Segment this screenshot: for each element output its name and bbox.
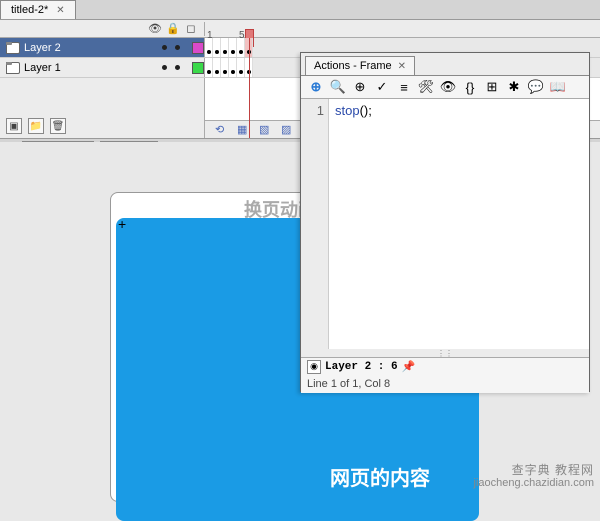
close-icon[interactable]: ✕ <box>56 5 64 16</box>
pushpin-icon[interactable]: 📌 <box>402 360 416 373</box>
actions-status-text: Line 1 of 1, Col 8 <box>307 378 390 390</box>
collapse-button[interactable]: {} <box>461 78 479 96</box>
timeline-header: 👁 🔒 ◻ 1 5 <box>0 20 600 38</box>
timeline-header-icons: 👁 🔒 ◻ <box>0 22 205 36</box>
watermark: 查字典 教程网 jiaocheng.chazidian.com <box>474 464 594 490</box>
debug-button[interactable]: 👁 <box>439 78 457 96</box>
new-folder-button[interactable]: 📁 <box>28 118 44 134</box>
find-button[interactable]: 🔍 <box>329 78 347 96</box>
pin-icon[interactable]: ◉ <box>307 360 321 374</box>
onion-skin-icon[interactable]: ⟲ <box>215 123 229 137</box>
actions-tab[interactable]: Actions - Frame ✕ <box>305 56 415 75</box>
target-button[interactable]: ⊕ <box>351 78 369 96</box>
layer-icon <box>6 62 20 74</box>
layer-frames[interactable] <box>205 38 253 57</box>
new-layer-button[interactable]: ▣ <box>6 118 22 134</box>
line-number: 1 <box>301 103 324 118</box>
document-tab-bar: titled-2* ✕ <box>0 0 600 20</box>
code-gutter: 1 <box>301 99 329 349</box>
code-text[interactable]: stop(); <box>329 99 589 349</box>
actions-target-label: Layer 2 : 6 <box>325 361 398 373</box>
eye-icon[interactable]: 👁 <box>148 22 162 36</box>
onion-skin-outlines-icon[interactable]: ▧ <box>259 123 273 137</box>
watermark-line1: 查字典 教程网 <box>474 464 594 477</box>
actions-status-bar: Line 1 of 1, Col 8 <box>301 375 589 393</box>
lock-icon[interactable]: 🔒 <box>166 22 180 36</box>
layer-frames[interactable] <box>205 58 253 77</box>
panel-drag-handle[interactable]: ⋮⋮ <box>301 349 589 357</box>
actions-target-bar: ◉ Layer 2 : 6 📌 <box>301 357 589 375</box>
layer-name: Layer 2 <box>24 42 158 54</box>
delete-layer-button[interactable]: 🗑 <box>50 118 66 134</box>
outline-icon[interactable]: ◻ <box>184 22 198 36</box>
actions-toolbar: ⊕ 🔍 ⊕ ✓ ≡ 🛠 👁 {} ⊞ ✱ 💬 📖 <box>301 75 589 99</box>
comment-button[interactable]: 💬 <box>527 78 545 96</box>
actions-tab-title: Actions - Frame <box>314 60 392 72</box>
add-action-button[interactable]: ⊕ <box>307 78 325 96</box>
document-tab-title: titled-2* <box>11 4 48 16</box>
code-rest: (); <box>360 103 372 118</box>
show-hint-button[interactable]: 🛠 <box>417 78 435 96</box>
layer-icon <box>6 42 20 54</box>
registration-cross-icon: + <box>118 216 126 232</box>
actions-code-editor[interactable]: 1 stop(); <box>301 99 589 349</box>
actions-panel: Actions - Frame ✕ ⊕ 🔍 ⊕ ✓ ≡ 🛠 👁 {} ⊞ ✱ 💬… <box>300 52 590 392</box>
close-icon[interactable]: ✕ <box>398 61 406 72</box>
layer-name: Layer 1 <box>24 62 158 74</box>
reference-button[interactable]: 📖 <box>549 78 567 96</box>
layer-color-swatch[interactable] <box>192 62 204 74</box>
code-keyword: stop <box>335 103 360 118</box>
document-tab[interactable]: titled-2* ✕ <box>0 0 76 19</box>
auto-format-button[interactable]: ≡ <box>395 78 413 96</box>
layer-color-swatch[interactable] <box>192 42 204 54</box>
apply-button[interactable]: ✱ <box>505 78 523 96</box>
watermark-line2: jiaocheng.chazidian.com <box>474 477 594 490</box>
edit-multiple-icon[interactable]: ▨ <box>281 123 295 137</box>
expand-button[interactable]: ⊞ <box>483 78 501 96</box>
check-syntax-button[interactable]: ✓ <box>373 78 391 96</box>
